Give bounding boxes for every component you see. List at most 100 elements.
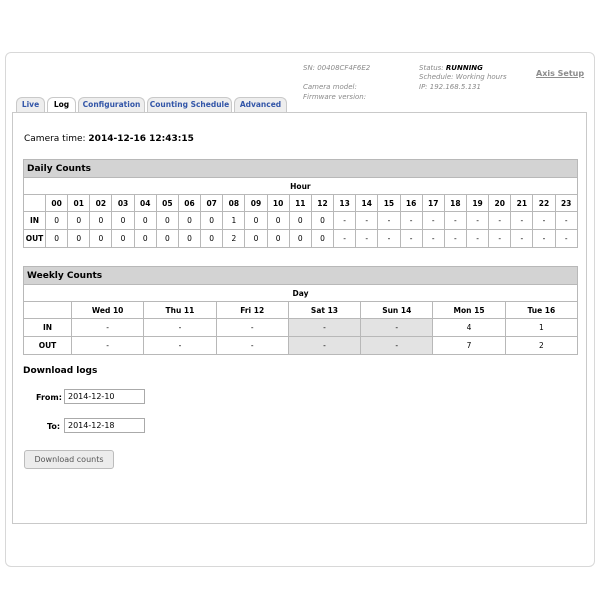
- serial-number: SN: 00408CF4F6E2: [303, 64, 371, 72]
- count-cell: 0: [133, 211, 157, 230]
- day-header-cell: Tue 16: [504, 301, 579, 319]
- logo: [22, 66, 132, 82]
- daily-counts-table: Daily Counts Hour 00 01 02 03 04 05 06 07 08 09 10…: [23, 159, 578, 248]
- count-cell: 1: [504, 318, 579, 337]
- count-cell: 0: [200, 211, 224, 230]
- day-header-cell: Mon 15: [432, 301, 506, 319]
- count-cell: -: [333, 211, 357, 230]
- hour-header-cell: 18: [443, 194, 467, 212]
- count-cell: 0: [155, 229, 179, 248]
- count-cell: -: [377, 229, 401, 248]
- to-date-input[interactable]: [64, 418, 145, 433]
- count-cell: -: [399, 229, 423, 248]
- count-cell: 0: [266, 211, 290, 230]
- count-cell: -: [399, 211, 423, 230]
- weekly-day-header: Day: [23, 284, 578, 302]
- count-cell: -: [510, 229, 534, 248]
- count-cell: -: [554, 229, 578, 248]
- count-cell: 0: [44, 229, 69, 248]
- download-counts-button[interactable]: Download counts: [24, 450, 114, 469]
- count-cell: -: [360, 336, 434, 355]
- table-row: IN - - - - -4 1: [23, 318, 579, 337]
- count-cell: 0: [67, 211, 91, 230]
- count-cell: -: [333, 229, 357, 248]
- tab-counting-schedule[interactable]: Counting Schedule: [147, 97, 232, 112]
- camera-time: Camera time: 2014-12-16 12:43:15: [24, 134, 194, 144]
- weekly-counts-table: Weekly Counts Day Wed 10 Thu 11 Fri 12 Sat …: [23, 266, 579, 355]
- count-cell: -: [488, 211, 512, 230]
- count-cell: 0: [111, 229, 135, 248]
- hour-header-cell: 03: [111, 194, 135, 212]
- count-cell: -: [532, 229, 556, 248]
- count-cell: -: [215, 318, 289, 337]
- hour-header-cell: 15: [377, 194, 401, 212]
- row-label: IN: [23, 318, 72, 337]
- day-header-cell: Sun 14: [360, 301, 434, 319]
- count-cell: -: [465, 211, 490, 230]
- row-label: IN: [23, 211, 46, 230]
- count-cell: -: [355, 211, 379, 230]
- hour-header-cell: 13: [333, 194, 357, 212]
- count-cell: -: [287, 318, 362, 337]
- count-cell: -: [360, 318, 434, 337]
- count-cell: 0: [177, 211, 202, 230]
- ip-address: IP: 192.168.5.131: [419, 83, 481, 91]
- camera-model-label: Camera model:: [303, 83, 357, 91]
- axis-setup-link[interactable]: Axis Setup: [536, 69, 584, 78]
- count-cell: 1: [222, 211, 246, 230]
- hour-header-cell: 11: [288, 194, 312, 212]
- count-cell: -: [355, 229, 379, 248]
- hour-header-cell: 08: [222, 194, 246, 212]
- hour-header-cell: 04: [133, 194, 157, 212]
- count-cell: 2: [504, 336, 579, 355]
- hour-header-cell: 01: [67, 194, 91, 212]
- table-row: OUT 0 0 0 0 0 0 0 0 2 0 0 0 0- - - - - - - - - - -: [23, 229, 578, 248]
- tab-advanced[interactable]: Advanced: [234, 97, 287, 112]
- hour-header-cell: 22: [532, 194, 556, 212]
- count-cell: 7: [432, 336, 506, 355]
- count-cell: 0: [177, 229, 202, 248]
- hour-header-cell: 23: [554, 194, 578, 212]
- tab-log[interactable]: Log: [47, 97, 76, 113]
- download-logs-title: Download logs: [23, 366, 98, 376]
- count-cell: -: [287, 336, 362, 355]
- count-cell: -: [465, 229, 490, 248]
- row-label: OUT: [23, 229, 46, 248]
- table-row: IN 0 0 0 0 0 0 0 0 1 0 0 0 0- - - - - - - - - - -: [23, 211, 578, 230]
- weekly-counts-title: Weekly Counts: [23, 266, 578, 285]
- hour-header-cell: 12: [310, 194, 335, 212]
- hour-header-cell: 06: [177, 194, 202, 212]
- camera-time-value: 2014-12-16 12:43:15: [88, 134, 194, 144]
- count-cell: 0: [244, 229, 268, 248]
- status-label: Status:: [419, 64, 444, 72]
- corner-cell: [23, 301, 72, 319]
- day-header-cell: Thu 11: [143, 301, 217, 319]
- schedule-label: Schedule:: [419, 73, 454, 81]
- count-cell: -: [421, 211, 445, 230]
- count-cell: 0: [200, 229, 224, 248]
- hour-header-cell: 05: [155, 194, 179, 212]
- hour-header-cell: 20: [488, 194, 512, 212]
- tab-live[interactable]: Live: [16, 97, 45, 112]
- count-cell: -: [70, 318, 145, 337]
- count-cell: 0: [266, 229, 290, 248]
- count-cell: 0: [89, 229, 113, 248]
- from-date-input[interactable]: [64, 389, 145, 404]
- count-cell: 0: [155, 211, 179, 230]
- count-cell: -: [443, 211, 467, 230]
- hour-header-cell: 10: [266, 194, 290, 212]
- tab-configuration[interactable]: Configuration: [78, 97, 145, 112]
- count-cell: 0: [310, 229, 335, 248]
- from-label: From:: [36, 393, 62, 402]
- count-cell: -: [554, 211, 578, 230]
- status-line: Status: RUNNING: [419, 64, 483, 73]
- count-cell: 0: [111, 211, 135, 230]
- count-cell: -: [377, 211, 401, 230]
- hour-header-cell: 00: [44, 194, 69, 212]
- schedule-value: Working hours: [455, 73, 507, 81]
- to-label: To:: [47, 422, 61, 431]
- camera-time-label: Camera time:: [24, 134, 86, 144]
- count-cell: 4: [432, 318, 506, 337]
- daily-counts-title: Daily Counts: [23, 159, 578, 178]
- hour-header-cell: 02: [89, 194, 113, 212]
